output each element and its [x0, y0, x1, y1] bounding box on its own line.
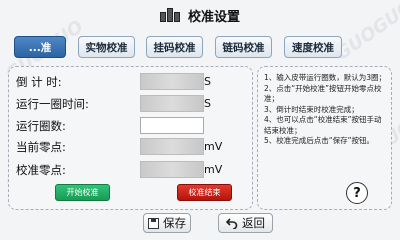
settings-tools-icon: [159, 8, 182, 22]
instruction-step: 5、校准完成后点击“保存”按钮。: [264, 136, 375, 145]
page-title: 校准设置: [187, 9, 240, 25]
current-zero-unit: mV: [204, 140, 223, 153]
save-button-label: 保存: [163, 216, 186, 230]
help-button[interactable]: ?: [346, 182, 368, 204]
tab-physical-calibration[interactable]: 实物校准: [78, 36, 135, 58]
laps-input[interactable]: [140, 117, 204, 134]
current-zero-field: [140, 138, 204, 155]
calib-zero-label: 校准零点:: [16, 163, 66, 177]
lap-time-row: 运行一圈时间:: [16, 94, 134, 114]
current-zero-row: 当前零点:: [16, 137, 134, 157]
instruction-step: 3、倒计时结束时校准完成；: [264, 104, 359, 114]
back-button-label: 返回: [242, 216, 265, 230]
save-button[interactable]: 保存: [143, 213, 191, 233]
back-button[interactable]: 返回: [218, 213, 273, 233]
instructions-text: 1、输入皮带运行圈数，默认为3圈； 2、点击“开始校准”按钮开始零点校准； 3、…: [264, 73, 388, 147]
lap-time-unit: S: [204, 97, 211, 110]
laps-label: 运行圈数:: [16, 119, 66, 133]
floppy-disk-icon: [148, 217, 159, 229]
instruction-step: 2、点击“开始校准”按钮开始零点校准；: [264, 83, 382, 104]
calib-zero-field: [140, 161, 204, 178]
instruction-step: 4、也可以点击“校准结束”按钮手动结束校准；: [264, 115, 382, 135]
calib-zero-unit: mV: [204, 163, 223, 176]
return-arrow-icon: [226, 217, 238, 229]
start-calibration-button[interactable]: 开始校准: [55, 184, 110, 201]
tab-zero-calibration[interactable]: ...准: [14, 36, 66, 58]
instruction-step: 1、输入皮带运行圈数，默认为3圈；: [264, 73, 387, 82]
tab-weight-calibration[interactable]: 挂码校准: [146, 36, 203, 58]
countdown-label: 倒 计 时:: [16, 75, 62, 89]
countdown-row: 倒 计 时:: [16, 72, 134, 92]
end-calibration-button[interactable]: 校准结束: [177, 184, 232, 201]
calib-zero-row: 校准零点:: [16, 160, 134, 180]
title-bar: 校准设置: [0, 0, 400, 30]
tab-chain-calibration[interactable]: 链码校准: [215, 36, 272, 58]
countdown-unit: S: [204, 75, 211, 88]
tab-speed-calibration[interactable]: 速度校准: [284, 36, 342, 58]
countdown-field: [140, 73, 204, 90]
laps-row: 运行圈数:: [16, 116, 134, 136]
lap-time-field: [140, 95, 204, 112]
lap-time-label: 运行一圈时间:: [16, 97, 89, 111]
current-zero-label: 当前零点:: [16, 140, 66, 154]
